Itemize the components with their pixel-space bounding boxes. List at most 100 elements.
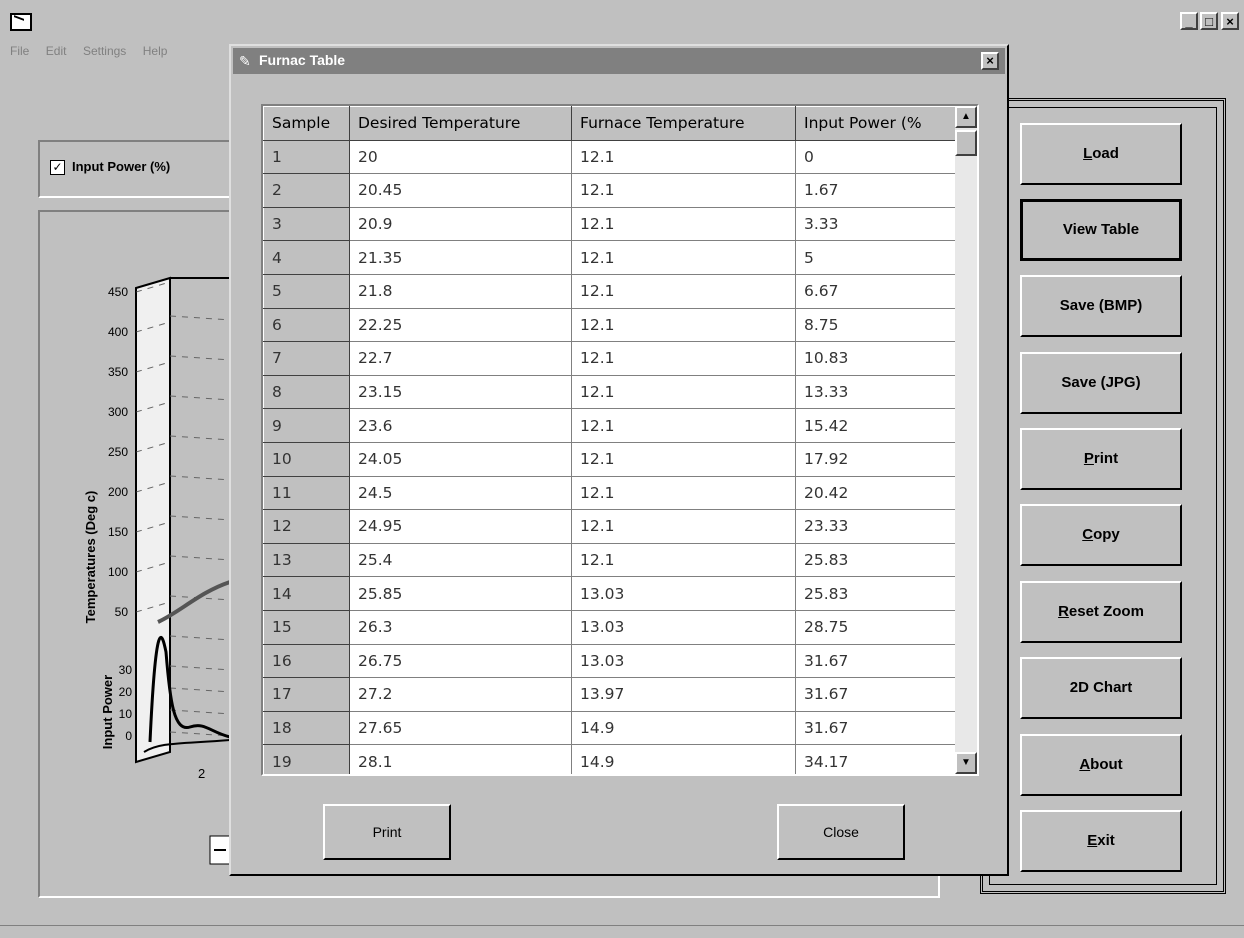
table-cell[interactable]: 6 xyxy=(263,307,350,343)
table-cell[interactable]: 8 xyxy=(263,374,350,410)
table-cell[interactable]: 14.9 xyxy=(571,710,796,746)
reset-zoom-button[interactable]: Reset Zoom xyxy=(1020,581,1182,643)
table-cell[interactable]: 23.6 xyxy=(349,408,572,443)
column-header[interactable]: Sample xyxy=(263,106,350,141)
table-row[interactable]: 2 20.45 12.1 1.67 xyxy=(263,173,956,208)
table-cell[interactable]: 13.03 xyxy=(571,609,796,645)
table-row[interactable]: 17 27.2 13.97 31.67 xyxy=(263,677,956,712)
table-cell[interactable]: 8.75 xyxy=(795,307,956,343)
table-row[interactable]: 5 21.8 12.1 6.67 xyxy=(263,273,956,309)
table-row[interactable]: 14 25.85 13.03 25.83 xyxy=(263,576,956,611)
column-header[interactable]: Input Power (% xyxy=(795,106,956,141)
table-cell[interactable]: 12 xyxy=(263,509,350,544)
table-cell[interactable]: 15.42 xyxy=(795,408,956,443)
table-cell[interactable]: 10 xyxy=(263,441,350,477)
table-cell[interactable]: 17 xyxy=(263,677,350,712)
table-row[interactable]: 8 23.15 12.1 13.33 xyxy=(263,374,956,410)
table-cell[interactable]: 26.3 xyxy=(349,609,572,645)
table-cell[interactable]: 3 xyxy=(263,206,350,242)
table-cell[interactable]: 23.15 xyxy=(349,374,572,410)
menu-edit[interactable]: Edit xyxy=(46,44,67,58)
table-cell[interactable]: 5 xyxy=(263,273,350,309)
table-cell[interactable]: 0 xyxy=(795,139,956,175)
dialog-close-icon[interactable]: × xyxy=(981,52,999,70)
table-cell[interactable]: 24.5 xyxy=(349,475,572,511)
table-cell[interactable]: 12.1 xyxy=(571,240,796,275)
table-cell[interactable]: 31.67 xyxy=(795,710,956,746)
table-cell[interactable]: 13.33 xyxy=(795,374,956,410)
menu-settings[interactable]: Settings xyxy=(83,44,126,58)
table-row[interactable]: 19 28.1 14.9 34.17 xyxy=(263,744,956,774)
column-header[interactable]: Desired Temperature xyxy=(349,106,572,141)
table-cell[interactable]: 12.1 xyxy=(571,374,796,410)
table-cell[interactable]: 26.75 xyxy=(349,643,572,679)
table-cell[interactable]: 12.1 xyxy=(571,139,796,175)
input-power-checkbox[interactable]: ✓ xyxy=(50,160,65,175)
table-cell[interactable]: 12.1 xyxy=(571,475,796,511)
load-button[interactable]: Load xyxy=(1020,123,1182,185)
table-cell[interactable]: 6.67 xyxy=(795,273,956,309)
table-cell[interactable]: 10.83 xyxy=(795,341,956,376)
table-cell[interactable]: 28.75 xyxy=(795,609,956,645)
table-row[interactable]: 11 24.5 12.1 20.42 xyxy=(263,475,956,511)
table-cell[interactable]: 13 xyxy=(263,542,350,578)
maximize-button[interactable]: □ xyxy=(1200,12,1218,30)
table-cell[interactable]: 1.67 xyxy=(795,173,956,208)
table-cell[interactable]: 17.92 xyxy=(795,441,956,477)
table-cell[interactable]: 11 xyxy=(263,475,350,511)
table-cell[interactable]: 34.17 xyxy=(795,744,956,774)
table-cell[interactable]: 15 xyxy=(263,609,350,645)
table-cell[interactable]: 14 xyxy=(263,576,350,611)
table-cell[interactable]: 31.67 xyxy=(795,677,956,712)
scroll-thumb[interactable] xyxy=(955,130,977,156)
column-header[interactable]: Furnace Temperature xyxy=(571,106,796,141)
table-cell[interactable]: 21.8 xyxy=(349,273,572,309)
table-cell[interactable]: 25.83 xyxy=(795,542,956,578)
table-cell[interactable]: 24.95 xyxy=(349,509,572,544)
table-cell[interactable]: 23.33 xyxy=(795,509,956,544)
table-cell[interactable]: 5 xyxy=(795,240,956,275)
minimize-button[interactable]: _ xyxy=(1180,12,1198,30)
table-cell[interactable]: 21.35 xyxy=(349,240,572,275)
table-cell[interactable]: 4 xyxy=(263,240,350,275)
table-cell[interactable]: 3.33 xyxy=(795,206,956,242)
table-row[interactable]: 10 24.05 12.1 17.92 xyxy=(263,441,956,477)
window-close-button[interactable]: × xyxy=(1221,12,1239,30)
table-cell[interactable]: 12.1 xyxy=(571,441,796,477)
table-row[interactable]: 18 27.65 14.9 31.67 xyxy=(263,710,956,746)
table-row[interactable]: 3 20.9 12.1 3.33 xyxy=(263,206,956,242)
copy-button[interactable]: Copy xyxy=(1020,504,1182,566)
table-cell[interactable]: 18 xyxy=(263,710,350,746)
table-cell[interactable]: 14.9 xyxy=(571,744,796,774)
close-dialog-button[interactable]: Close xyxy=(777,804,905,860)
table-row[interactable]: 15 26.3 13.03 28.75 xyxy=(263,609,956,645)
about-button[interactable]: About xyxy=(1020,734,1182,796)
scroll-up-icon[interactable]: ▲ xyxy=(955,106,977,128)
table-cell[interactable]: 12.1 xyxy=(571,408,796,443)
exit-button[interactable]: Exit xyxy=(1020,810,1182,872)
table-cell[interactable]: 20.42 xyxy=(795,475,956,511)
vertical-scrollbar[interactable]: ▲ ▼ xyxy=(955,106,977,774)
menu-help[interactable]: Help xyxy=(143,44,168,58)
table-row[interactable]: 1 20 12.1 0 xyxy=(263,139,956,175)
table-row[interactable]: 9 23.6 12.1 15.42 xyxy=(263,408,956,443)
table-cell[interactable]: 16 xyxy=(263,643,350,679)
table-cell[interactable]: 12.1 xyxy=(571,307,796,343)
table-cell[interactable]: 12.1 xyxy=(571,206,796,242)
view-table-button[interactable]: View Table xyxy=(1020,199,1182,261)
print-chart-button[interactable]: Print xyxy=(1020,428,1182,490)
table-cell[interactable]: 12.1 xyxy=(571,542,796,578)
save-jpg-button[interactable]: Save (JPG) xyxy=(1020,352,1182,414)
table-cell[interactable]: 22.7 xyxy=(349,341,572,376)
table-cell[interactable]: 27.2 xyxy=(349,677,572,712)
scroll-down-icon[interactable]: ▼ xyxy=(955,752,977,774)
table-cell[interactable]: 19 xyxy=(263,744,350,774)
table-cell[interactable]: 20.9 xyxy=(349,206,572,242)
table-cell[interactable]: 12.1 xyxy=(571,509,796,544)
table-cell[interactable]: 7 xyxy=(263,341,350,376)
table-cell[interactable]: 28.1 xyxy=(349,744,572,774)
table-row[interactable]: 6 22.25 12.1 8.75 xyxy=(263,307,956,343)
data-grid[interactable]: Sample Desired Temperature Furnace Tempera… xyxy=(261,104,979,776)
table-cell[interactable]: 22.25 xyxy=(349,307,572,343)
table-cell[interactable]: 12.1 xyxy=(571,341,796,376)
